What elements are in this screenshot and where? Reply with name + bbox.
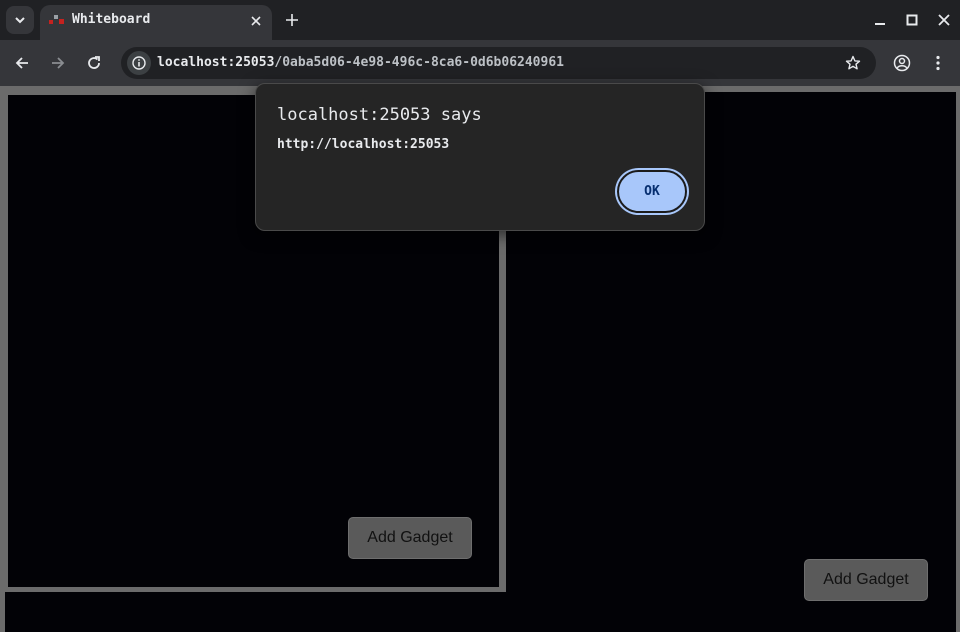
chevron-down-icon: [15, 17, 25, 24]
tab-close-button[interactable]: [248, 13, 264, 29]
account-icon: [893, 54, 911, 72]
reload-icon: [88, 56, 100, 69]
add-gadget-button[interactable]: Add Gadget: [348, 517, 472, 559]
arrow-left-icon: [15, 57, 28, 69]
plus-icon: [286, 14, 298, 26]
tab-title: Whiteboard: [72, 12, 151, 27]
profile-button[interactable]: [890, 51, 914, 75]
tab-whiteboard[interactable]: Whiteboard: [40, 5, 272, 40]
tab-search-button[interactable]: [6, 6, 34, 34]
maximize-icon: [906, 14, 918, 26]
back-button[interactable]: [10, 51, 34, 75]
info-icon: [132, 56, 146, 70]
url-host: localhost:25053: [157, 55, 275, 70]
window-close-button[interactable]: [934, 10, 954, 30]
minimize-button[interactable]: [870, 10, 890, 30]
dialog-message: http://localhost:25053: [277, 137, 450, 152]
add-gadget-button[interactable]: Add Gadget: [804, 559, 928, 601]
forward-button[interactable]: [46, 51, 70, 75]
star-icon: [845, 55, 861, 70]
maximize-button[interactable]: [902, 10, 922, 30]
close-icon: [938, 14, 950, 26]
new-tab-button[interactable]: [282, 10, 302, 30]
tab-strip: Whiteboard: [0, 0, 960, 40]
site-info-button[interactable]: [127, 51, 151, 75]
close-icon: [251, 16, 261, 26]
dialog-title: localhost:25053 says: [277, 105, 482, 125]
reload-button[interactable]: [82, 51, 106, 75]
browser-menu-button[interactable]: [926, 51, 950, 75]
bookmark-button[interactable]: [844, 54, 862, 72]
ok-button[interactable]: OK: [617, 170, 687, 213]
kebab-menu-icon: [936, 55, 940, 71]
minimize-icon: [875, 23, 885, 25]
url-path: /0aba5d06-4e98-496c-8ca6-0d6b06240961: [274, 55, 564, 70]
whiteboard-favicon: [49, 15, 64, 24]
browser-toolbar: localhost:25053/0aba5d06-4e98-496c-8ca6-…: [0, 40, 960, 86]
arrow-right-icon: [52, 57, 65, 69]
address-bar[interactable]: localhost:25053/0aba5d06-4e98-496c-8ca6-…: [121, 47, 876, 79]
alert-dialog: localhost:25053 says http://localhost:25…: [255, 83, 705, 231]
url-text[interactable]: localhost:25053/0aba5d06-4e98-496c-8ca6-…: [157, 55, 564, 70]
